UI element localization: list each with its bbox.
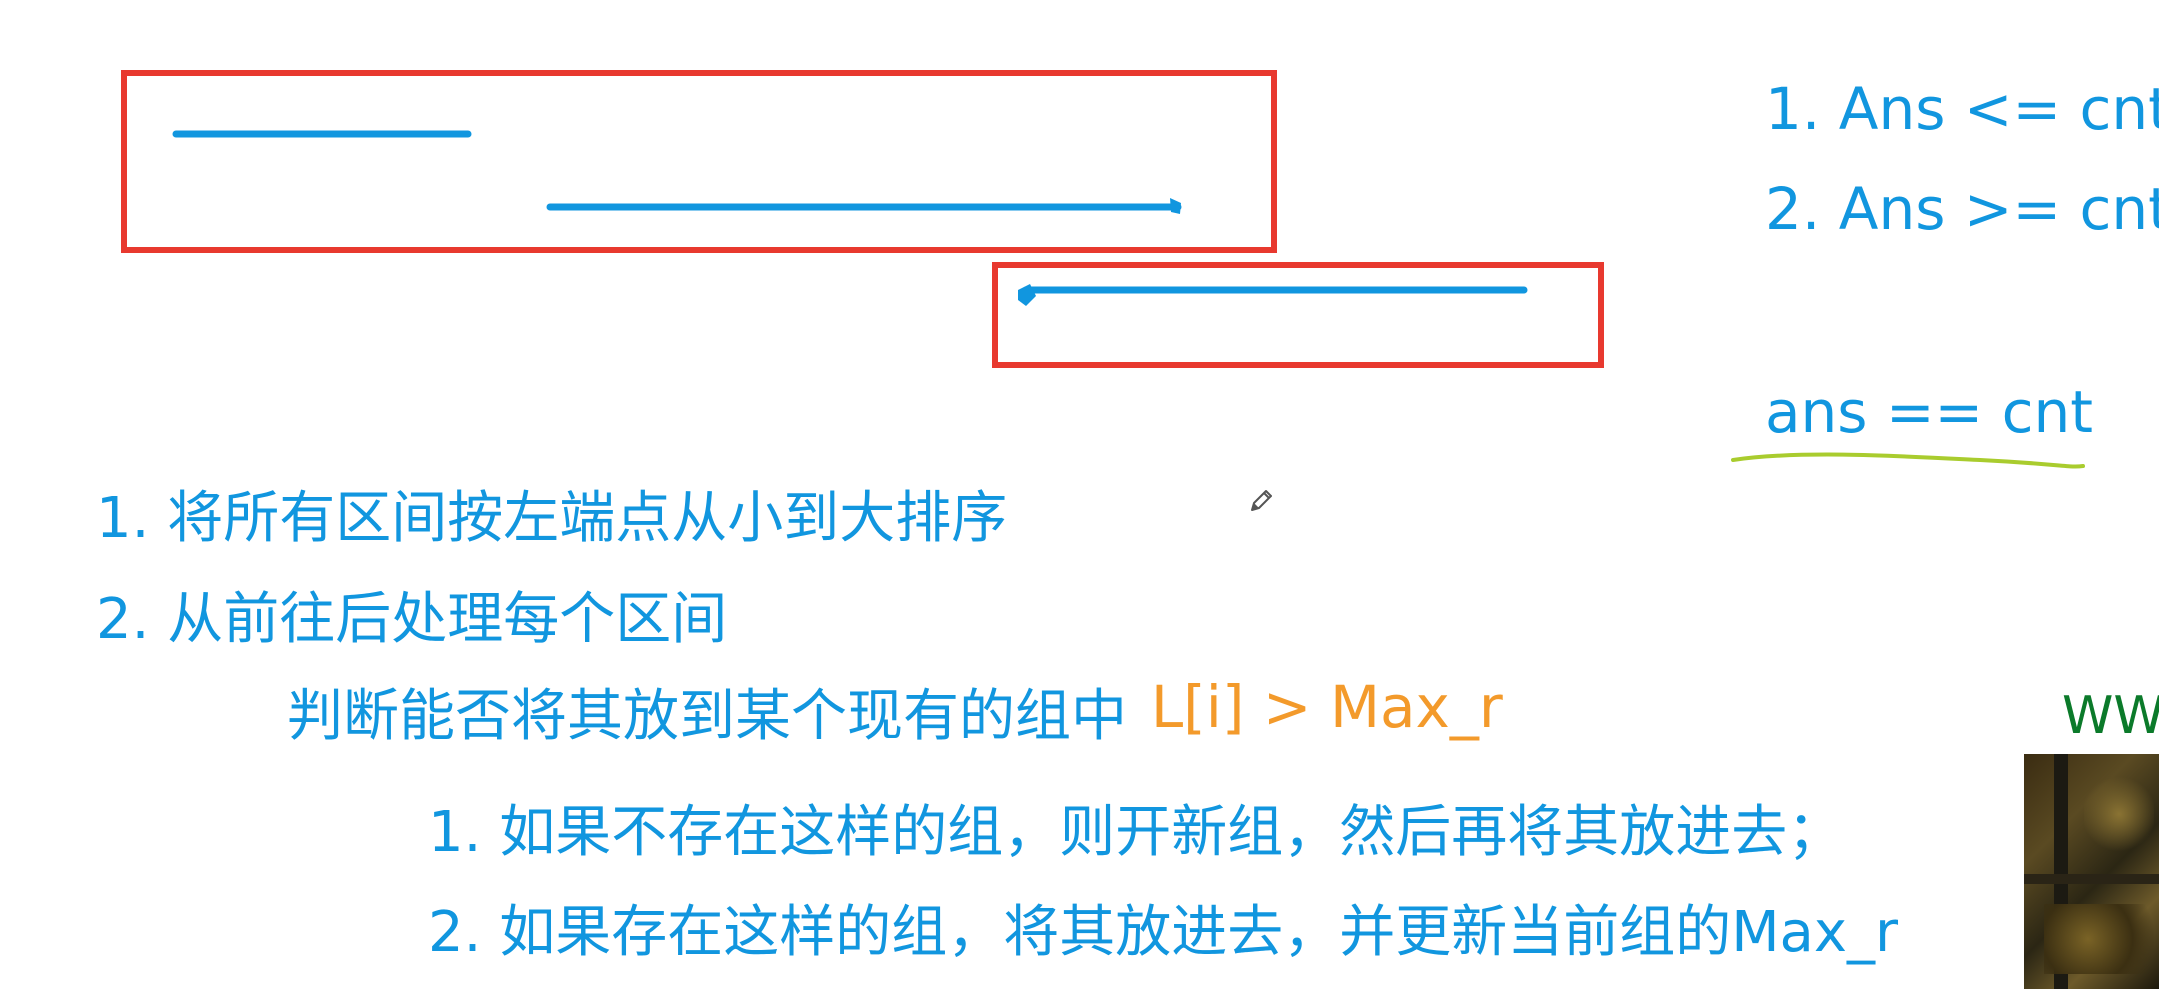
step-process: 2. 从前往后处理每个区间 [96, 587, 728, 652]
whiteboard-canvas: 1. Ans <= cnt 2. Ans >= cnt ans == cnt 1… [0, 0, 2159, 989]
group-box-2 [992, 262, 1604, 368]
sub-step-new-group: 1. 如果不存在这样的组，则开新组，然后再将其放进去； [428, 800, 1844, 865]
interval-endpoint-2 [1170, 198, 1181, 214]
watermark-text: WW [2062, 686, 2159, 746]
step-check: 判断能否将其放到某个现有的组中 [287, 684, 1127, 749]
check-condition: L[i] > Max_r [1150, 673, 1503, 741]
condition-line-1: 1. Ans <= cnt [1765, 75, 2159, 143]
webcam-overlay [2024, 754, 2159, 989]
group-box-1 [121, 70, 1277, 253]
step-check-row: 判断能否将其放到某个现有的组中 L[i] > Max_r [287, 678, 1503, 745]
condition-result: ans == cnt [1765, 378, 2093, 446]
condition-line-2: 2. Ans >= cnt [1765, 175, 2159, 243]
result-underline [1731, 452, 2085, 469]
sub-step-existing-group: 2. 如果存在这样的组，将其放进去，并更新当前组的Max_r [428, 900, 1899, 965]
pencil-icon [1251, 490, 1272, 511]
step-sort: 1. 将所有区间按左端点从小到大排序 [96, 486, 1008, 551]
